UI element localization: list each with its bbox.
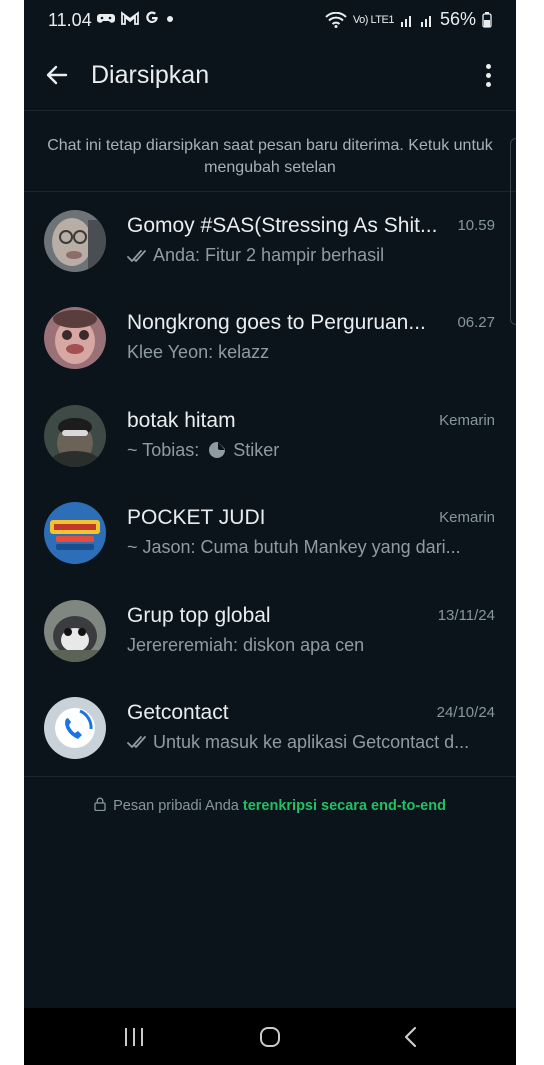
- status-time: 11.04: [48, 10, 92, 30]
- encryption-text: Pesan pribadi Anda: [113, 798, 239, 814]
- chat-name: Grup top global: [127, 603, 271, 627]
- chat-row[interactable]: Gomoy #SAS(Stressing As Shit... 10.59 An…: [24, 192, 516, 289]
- chat-time: Kemarin: [439, 411, 495, 429]
- phone-screen: 11.04 Vo) LTE1 56% Diarsipkan Chat ini t…: [24, 0, 516, 1065]
- signal-icon-2: [420, 15, 431, 27]
- chat-preview-text: Stiker: [233, 439, 280, 460]
- chat-list: Gomoy #SAS(Stressing As Shit... 10.59 An…: [24, 192, 516, 776]
- notification-icons: [97, 11, 175, 25]
- game-controller-icon: [97, 14, 115, 23]
- network-label: Vo) LTE1: [352, 13, 395, 26]
- chat-preview-text: ~ Jason: Cuma butuh Mankey yang dari...: [127, 537, 461, 558]
- home-icon: [260, 1027, 280, 1047]
- avatar[interactable]: [44, 599, 106, 662]
- avatar[interactable]: [44, 502, 106, 565]
- chat-row[interactable]: Nongkrong goes to Perguruan... 06.27 Kle…: [24, 289, 516, 386]
- chat-preview: Jerereremiah: diskon apa cen: [127, 635, 497, 656]
- chat-name: POCKET JUDI: [127, 506, 266, 530]
- signal-icon: [400, 15, 411, 27]
- chat-time: 06.27: [457, 314, 495, 332]
- chat-row[interactable]: Grup top global 13/11/24 Jerereremiah: d…: [24, 582, 516, 679]
- chat-preview: Klee Yeon: kelazz: [127, 342, 497, 363]
- chat-preview-text: Anda: Fitur 2 hampir berhasil: [153, 245, 385, 265]
- avatar[interactable]: [44, 696, 106, 759]
- chat-preview-text: Untuk masuk ke aplikasi Getcontact d...: [153, 731, 470, 752]
- back-chevron-icon: [404, 1026, 417, 1048]
- more-vertical-icon-dot: [485, 63, 491, 69]
- chat-row[interactable]: POCKET JUDI Kemarin ~ Jason: Cuma butuh …: [24, 484, 516, 581]
- avatar[interactable]: [44, 404, 106, 467]
- chat-preview-text: Jerereremiah: diskon apa cen: [127, 634, 365, 655]
- chat-name: Nongkrong goes to Perguruan...: [127, 311, 426, 335]
- chat-time: 13/11/24: [437, 606, 495, 624]
- double-check-icon: [127, 736, 146, 749]
- more-options-button[interactable]: [476, 58, 500, 92]
- status-bar: 11.04 Vo) LTE1 56%: [24, 0, 516, 38]
- avatar[interactable]: [44, 307, 106, 370]
- lock-icon: [94, 797, 106, 812]
- page-title: Diarsipkan: [91, 61, 210, 89]
- encryption-link[interactable]: terenkripsi secara end-to-end: [243, 798, 446, 814]
- chat-time: 10.59: [457, 217, 495, 234]
- encryption-notice: Pesan pribadi Anda terenkripsi secara en…: [24, 797, 516, 814]
- google-icon: [146, 11, 158, 24]
- battery-level: 56%: [439, 9, 476, 29]
- chat-name: botak hitam: [127, 408, 236, 432]
- app-bar: Diarsipkan: [24, 38, 516, 111]
- avatar[interactable]: [44, 210, 106, 272]
- recents-icon: [125, 1028, 143, 1046]
- double-check-icon: [127, 249, 146, 262]
- chat-preview-text: Klee Yeon: kelazz: [127, 342, 270, 363]
- battery-icon: [482, 11, 492, 28]
- more-vertical-icon-dot: [485, 72, 491, 78]
- chat-preview: ~ Jason: Cuma butuh Mankey yang dari...: [127, 537, 497, 558]
- chat-name: Getcontact: [127, 700, 229, 724]
- more-vertical-icon-dot: [485, 81, 491, 87]
- gmail-icon: [121, 11, 139, 25]
- sticker-icon: [209, 442, 226, 459]
- chat-time: 24/10/24: [436, 703, 495, 721]
- chat-row[interactable]: botak hitam Kemarin ~ Tobias: Stiker: [24, 387, 516, 484]
- divider: [24, 776, 516, 777]
- chat-preview: ~ Tobias: Stiker: [127, 440, 497, 461]
- system-nav-bar: [24, 1008, 516, 1065]
- chat-preview: Anda: Fitur 2 hampir berhasil: [127, 245, 497, 266]
- chat-name: Gomoy #SAS(Stressing As Shit...: [127, 214, 438, 237]
- chat-row[interactable]: Getcontact 24/10/24 Untuk masuk ke aplik…: [24, 679, 516, 776]
- nav-back-button[interactable]: [390, 1020, 430, 1054]
- wifi-icon: [325, 11, 347, 28]
- status-right: Vo) LTE1 56%: [325, 9, 492, 30]
- chat-preview: Untuk masuk ke aplikasi Getcontact d...: [127, 732, 497, 753]
- chat-preview-prefix: ~ Tobias:: [127, 439, 200, 460]
- back-button[interactable]: [40, 58, 74, 92]
- arrow-left-icon: [46, 65, 68, 85]
- recents-button[interactable]: [114, 1020, 154, 1054]
- dot-icon: [167, 16, 173, 22]
- archive-settings-info[interactable]: Chat ini tetap diarsipkan saat pesan bar…: [42, 135, 498, 179]
- home-button[interactable]: [250, 1020, 290, 1054]
- chat-time: Kemarin: [439, 509, 495, 527]
